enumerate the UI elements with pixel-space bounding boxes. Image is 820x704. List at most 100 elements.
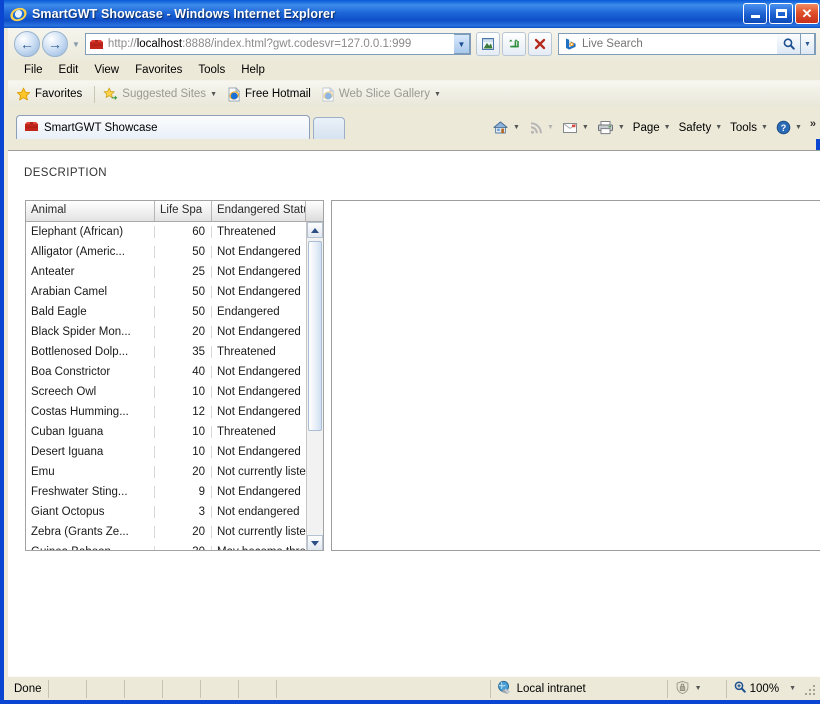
maximize-button[interactable] xyxy=(769,3,793,24)
chevron-down-icon[interactable]: ▼ xyxy=(618,124,625,131)
menu-bar: File Edit View Favorites Tools Help xyxy=(8,60,820,80)
table-row[interactable]: Desert Iguana 10 Not Endangered xyxy=(26,442,307,462)
safety-menu-label: Safety xyxy=(678,121,712,134)
table-row[interactable]: Bald Eagle 50 Endangered xyxy=(26,302,307,322)
recent-pages-dropdown-icon[interactable]: ▼ xyxy=(72,40,80,49)
chevron-down-icon[interactable]: ▼ xyxy=(513,124,520,131)
table-row[interactable]: Freshwater Sting... 9 Not Endangered xyxy=(26,482,307,502)
cell-animal: Alligator (Americ... xyxy=(26,246,155,258)
table-row[interactable]: Boa Constrictor 40 Not Endangered xyxy=(26,362,307,382)
table-row[interactable]: Screech Owl 10 Not Endangered xyxy=(26,382,307,402)
cell-life-span: 40 xyxy=(155,366,212,378)
cell-life-span: 25 xyxy=(155,266,212,278)
add-to-favorites-bar-button[interactable]: Suggested Sites ▼ xyxy=(103,87,217,101)
read-mail-button[interactable]: ▼ xyxy=(558,119,593,136)
security-zone[interactable]: Local intranet xyxy=(489,679,667,698)
refresh-button[interactable] xyxy=(502,32,526,56)
table-row[interactable]: Cuban Iguana 10 Threatened xyxy=(26,422,307,442)
chevron-down-icon[interactable]: ▼ xyxy=(715,124,722,131)
stop-button[interactable] xyxy=(528,32,552,56)
cell-endangered-status: Not Endangered xyxy=(217,246,301,258)
home-button[interactable]: ▼ xyxy=(488,118,524,137)
chevron-down-icon[interactable]: ▼ xyxy=(434,91,441,98)
close-button[interactable]: ✕ xyxy=(795,3,819,24)
menu-item-file[interactable]: File xyxy=(16,62,51,78)
table-row[interactable]: Guinea Baboon30May become thre... xyxy=(26,542,307,550)
chevron-down-icon[interactable]: ▼ xyxy=(795,124,802,131)
chevron-down-icon[interactable]: ▼ xyxy=(695,685,702,692)
chevron-down-icon[interactable]: ▼ xyxy=(789,685,796,692)
address-bar[interactable]: http://localhost:8888/index.html?gwt.cod… xyxy=(84,33,471,55)
address-dropdown-icon[interactable]: ▼ xyxy=(454,34,470,54)
command-bar-overflow-button[interactable]: » xyxy=(810,118,816,130)
cell-endangered-status: Not currently listed xyxy=(217,466,307,478)
web-slice-gallery-button[interactable]: Web Slice Gallery ▼ xyxy=(321,86,441,102)
shield-icon xyxy=(674,680,691,698)
zoom-control[interactable]: 100% ▼ xyxy=(725,679,820,698)
tools-menu-button[interactable]: Tools ▼ xyxy=(726,120,772,136)
favorites-label: Favorites xyxy=(35,88,83,100)
animals-grid: Animal Life Spa Endangered Status Elepha… xyxy=(25,200,324,551)
menu-item-favorites[interactable]: Favorites xyxy=(127,62,190,78)
table-row[interactable]: Arabian Camel 50 Not Endangered xyxy=(26,282,307,302)
feeds-button: ▼ xyxy=(524,118,558,137)
favorites-button[interactable]: Favorites xyxy=(16,87,82,102)
table-row[interactable]: Bottlenosed Dolp... 35 Threatened xyxy=(26,342,307,362)
back-button[interactable]: ← xyxy=(14,31,40,57)
column-header-endangered-status[interactable]: Endangered Status xyxy=(212,201,306,221)
grid-vertical-scrollbar[interactable] xyxy=(306,222,323,550)
table-row[interactable]: Costas Humming... 12 Not Endangered xyxy=(26,402,307,422)
chevron-down-icon[interactable]: ▼ xyxy=(761,124,768,131)
cell-animal: Black Spider Mon... xyxy=(26,326,155,338)
forward-button[interactable]: → xyxy=(42,31,68,57)
table-row[interactable]: Giant Octopus 3 Not endangered xyxy=(26,502,307,522)
cell-life-span: 10 xyxy=(155,446,212,458)
scroll-down-button[interactable] xyxy=(307,535,323,550)
safety-menu-button[interactable]: Safety ▼ xyxy=(675,120,727,136)
table-row[interactable]: Black Spider Mon... 20 Not Endangered xyxy=(26,322,307,342)
page-menu-button[interactable]: Page ▼ xyxy=(629,120,675,136)
globe-icon xyxy=(497,680,512,698)
toolbox-icon xyxy=(24,119,39,136)
cell-endangered-status: Not currently listed xyxy=(217,526,307,538)
favorites-divider xyxy=(94,85,96,103)
cell-animal: Bald Eagle xyxy=(26,306,155,318)
tab-label: SmartGWT Showcase xyxy=(44,121,158,134)
table-row[interactable]: Alligator (Americ... 50 Not Endangered xyxy=(26,242,307,262)
print-button[interactable]: ▼ xyxy=(593,118,629,137)
compatibility-view-button[interactable] xyxy=(476,32,500,56)
protected-mode-status[interactable]: ▼ xyxy=(666,679,726,698)
cell-life-span: 9 xyxy=(155,486,212,498)
table-row[interactable]: Emu 20 Not currently listed xyxy=(26,462,307,482)
help-menu-button[interactable]: ? ▼ xyxy=(772,118,806,137)
menu-item-tools[interactable]: Tools xyxy=(190,62,233,78)
search-input[interactable] xyxy=(582,38,777,50)
star-add-icon xyxy=(103,87,118,101)
column-header-life-span[interactable]: Life Spa xyxy=(155,201,212,221)
magnifier-icon xyxy=(733,680,747,697)
search-options-dropdown-icon[interactable]: ▼ xyxy=(801,33,815,55)
chevron-down-icon[interactable]: ▼ xyxy=(210,91,217,98)
minimize-button[interactable] xyxy=(743,3,767,24)
chevron-down-icon[interactable]: ▼ xyxy=(582,124,589,131)
scrollbar-thumb[interactable] xyxy=(308,241,322,431)
chevron-down-icon[interactable]: ▼ xyxy=(664,124,671,131)
search-submit-button[interactable] xyxy=(777,33,801,55)
resize-grip[interactable] xyxy=(804,682,818,696)
menu-item-edit[interactable]: Edit xyxy=(51,62,87,78)
cell-life-span: 50 xyxy=(155,286,212,298)
table-row[interactable]: Anteater 25 Not Endangered xyxy=(26,262,307,282)
cell-endangered-status: May become thre... xyxy=(212,546,307,550)
column-header-animal[interactable]: Animal xyxy=(26,201,155,221)
new-tab-button[interactable] xyxy=(313,117,345,139)
free-hotmail-button[interactable]: Free Hotmail xyxy=(227,86,311,102)
scroll-up-button[interactable] xyxy=(307,222,323,238)
table-row[interactable]: Elephant (African) 60 Threatened xyxy=(26,222,307,242)
cell-endangered-status: Not Endangered xyxy=(217,446,301,458)
search-box[interactable]: ▼ xyxy=(558,33,816,55)
menu-item-view[interactable]: View xyxy=(86,62,127,78)
tab-smartgwt-showcase[interactable]: SmartGWT Showcase xyxy=(16,115,310,139)
menu-item-help[interactable]: Help xyxy=(233,62,273,78)
description-label: DESCRIPTION xyxy=(24,167,107,179)
table-row[interactable]: Zebra (Grants Ze... 20 Not currently liste… xyxy=(26,522,307,542)
